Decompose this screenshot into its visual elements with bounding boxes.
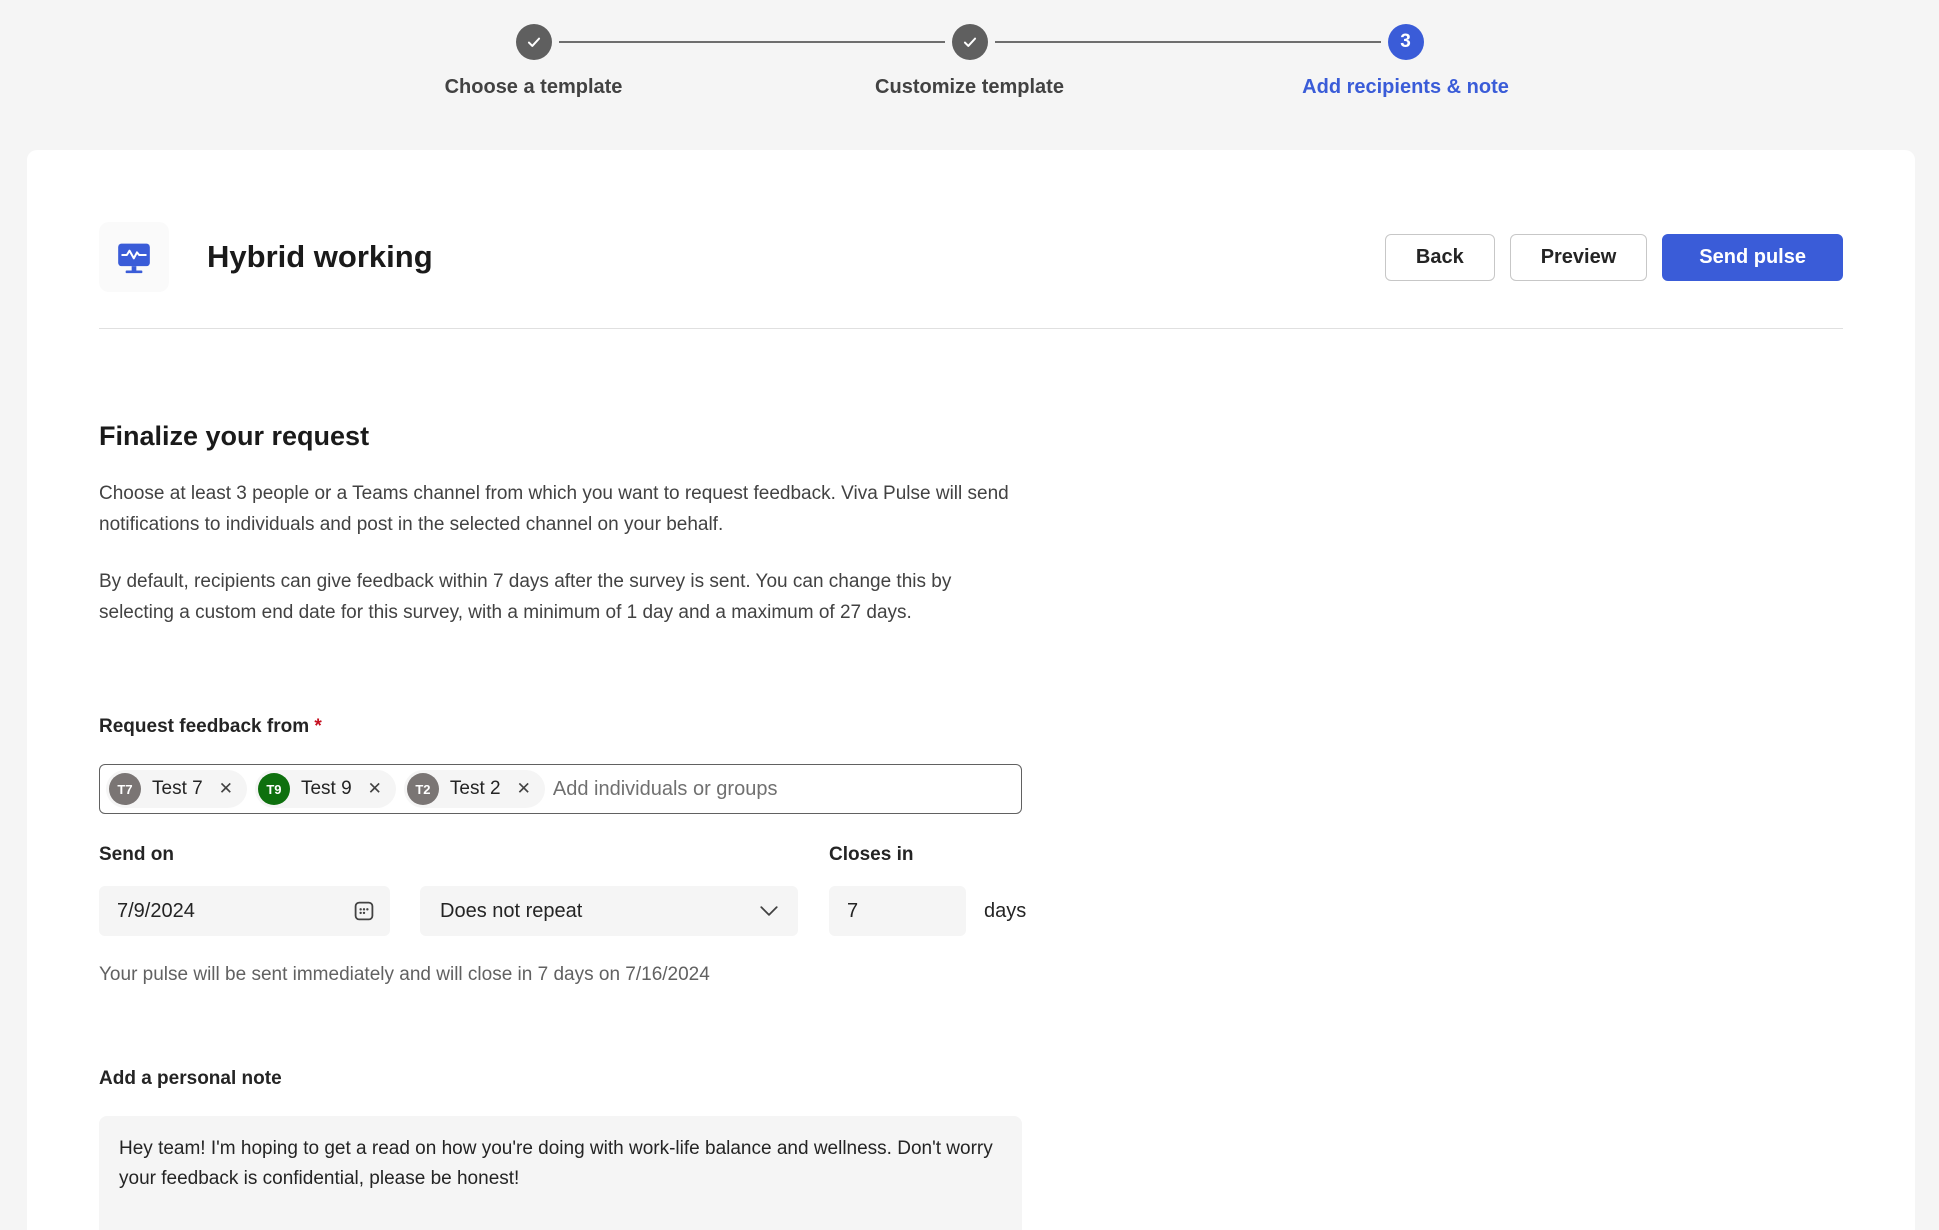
remove-recipient-button[interactable]: ✕ <box>509 775 539 803</box>
back-button[interactable]: Back <box>1385 234 1495 281</box>
stepper-connector <box>995 41 1381 43</box>
send-on-date-picker[interactable] <box>99 886 390 936</box>
chevron-down-icon <box>760 905 778 917</box>
send-on-column: Send on <box>99 844 390 936</box>
recipients-field-label: Request feedback from * <box>99 716 1031 738</box>
step-number: 3 <box>1400 31 1411 53</box>
section-heading: Finalize your request <box>99 421 1031 452</box>
header-actions: Back Preview Send pulse <box>1385 234 1843 281</box>
card-header: Hybrid working Back Preview Send pulse <box>99 222 1843 292</box>
repeat-selected-value: Does not repeat <box>440 900 582 923</box>
section-paragraph-2: By default, recipients can give feedback… <box>99 566 1031 628</box>
repeat-label-spacer <box>390 844 798 868</box>
header-divider <box>99 328 1843 329</box>
recipient-name: Test 9 <box>301 778 352 800</box>
closes-in-column: Closes in days <box>829 844 1026 936</box>
days-unit-label: days <box>984 900 1026 923</box>
send-pulse-button[interactable]: Send pulse <box>1662 234 1843 281</box>
page-title: Hybrid working <box>207 239 1385 275</box>
content-card: Hybrid working Back Preview Send pulse F… <box>27 150 1915 1230</box>
repeat-column: Does not repeat <box>390 844 798 936</box>
avatar: T9 <box>258 773 290 805</box>
checkmark-icon <box>961 33 979 51</box>
recipient-tag: T2 Test 2 ✕ <box>404 770 545 808</box>
required-asterisk: * <box>314 716 321 737</box>
recipients-label-text: Request feedback from <box>99 716 309 737</box>
template-icon-container <box>99 222 169 292</box>
step-label: Choose a template <box>445 76 623 99</box>
avatar: T7 <box>109 773 141 805</box>
recipient-name: Test 7 <box>152 778 203 800</box>
closes-in-wrap: days <box>829 868 1026 936</box>
add-recipients-input[interactable] <box>553 778 1015 801</box>
finalize-section: Finalize your request Choose at least 3 … <box>99 421 1031 1230</box>
recipient-tag: T9 Test 9 ✕ <box>255 770 396 808</box>
pulse-monitor-icon <box>114 237 154 277</box>
closes-in-label: Closes in <box>829 844 1026 868</box>
recipient-name: Test 2 <box>450 778 501 800</box>
step-completed-circle <box>516 24 552 60</box>
schedule-row: Send on <box>99 844 1031 936</box>
preview-button[interactable]: Preview <box>1510 234 1648 281</box>
closes-in-field[interactable] <box>829 886 966 936</box>
send-on-label: Send on <box>99 844 390 868</box>
personal-note-textarea[interactable]: Hey team! I'm hoping to get a read on ho… <box>99 1116 1022 1230</box>
calendar-icon <box>352 899 376 923</box>
avatar: T2 <box>407 773 439 805</box>
stepper-connector <box>559 41 945 43</box>
remove-recipient-button[interactable]: ✕ <box>211 775 241 803</box>
step-completed-circle <box>952 24 988 60</box>
repeat-dropdown[interactable]: Does not repeat <box>420 886 798 936</box>
date-input[interactable] <box>117 900 297 923</box>
step-current-circle: 3 <box>1388 24 1424 60</box>
checkmark-icon <box>525 33 543 51</box>
schedule-helper-text: Your pulse will be sent immediately and … <box>99 964 1031 986</box>
step-label: Add recipients & note <box>1302 76 1509 99</box>
closes-in-input[interactable] <box>847 900 947 923</box>
people-picker[interactable]: T7 Test 7 ✕ T9 Test 9 ✕ T2 Test 2 ✕ <box>99 764 1022 814</box>
section-paragraph-1: Choose at least 3 people or a Teams chan… <box>99 478 1031 540</box>
step-customize-template[interactable]: Customize template <box>952 24 988 60</box>
remove-recipient-button[interactable]: ✕ <box>360 775 390 803</box>
personal-note-label: Add a personal note <box>99 1068 1031 1090</box>
wizard-stepper: Choose a template Customize template 3 A… <box>0 24 1939 60</box>
step-choose-template[interactable]: Choose a template <box>516 24 552 60</box>
step-label: Customize template <box>875 76 1064 99</box>
step-add-recipients[interactable]: 3 Add recipients & note <box>1388 24 1424 60</box>
viva-pulse-page: Choose a template Customize template 3 A… <box>0 0 1939 1230</box>
recipient-tag: T7 Test 7 ✕ <box>106 770 247 808</box>
